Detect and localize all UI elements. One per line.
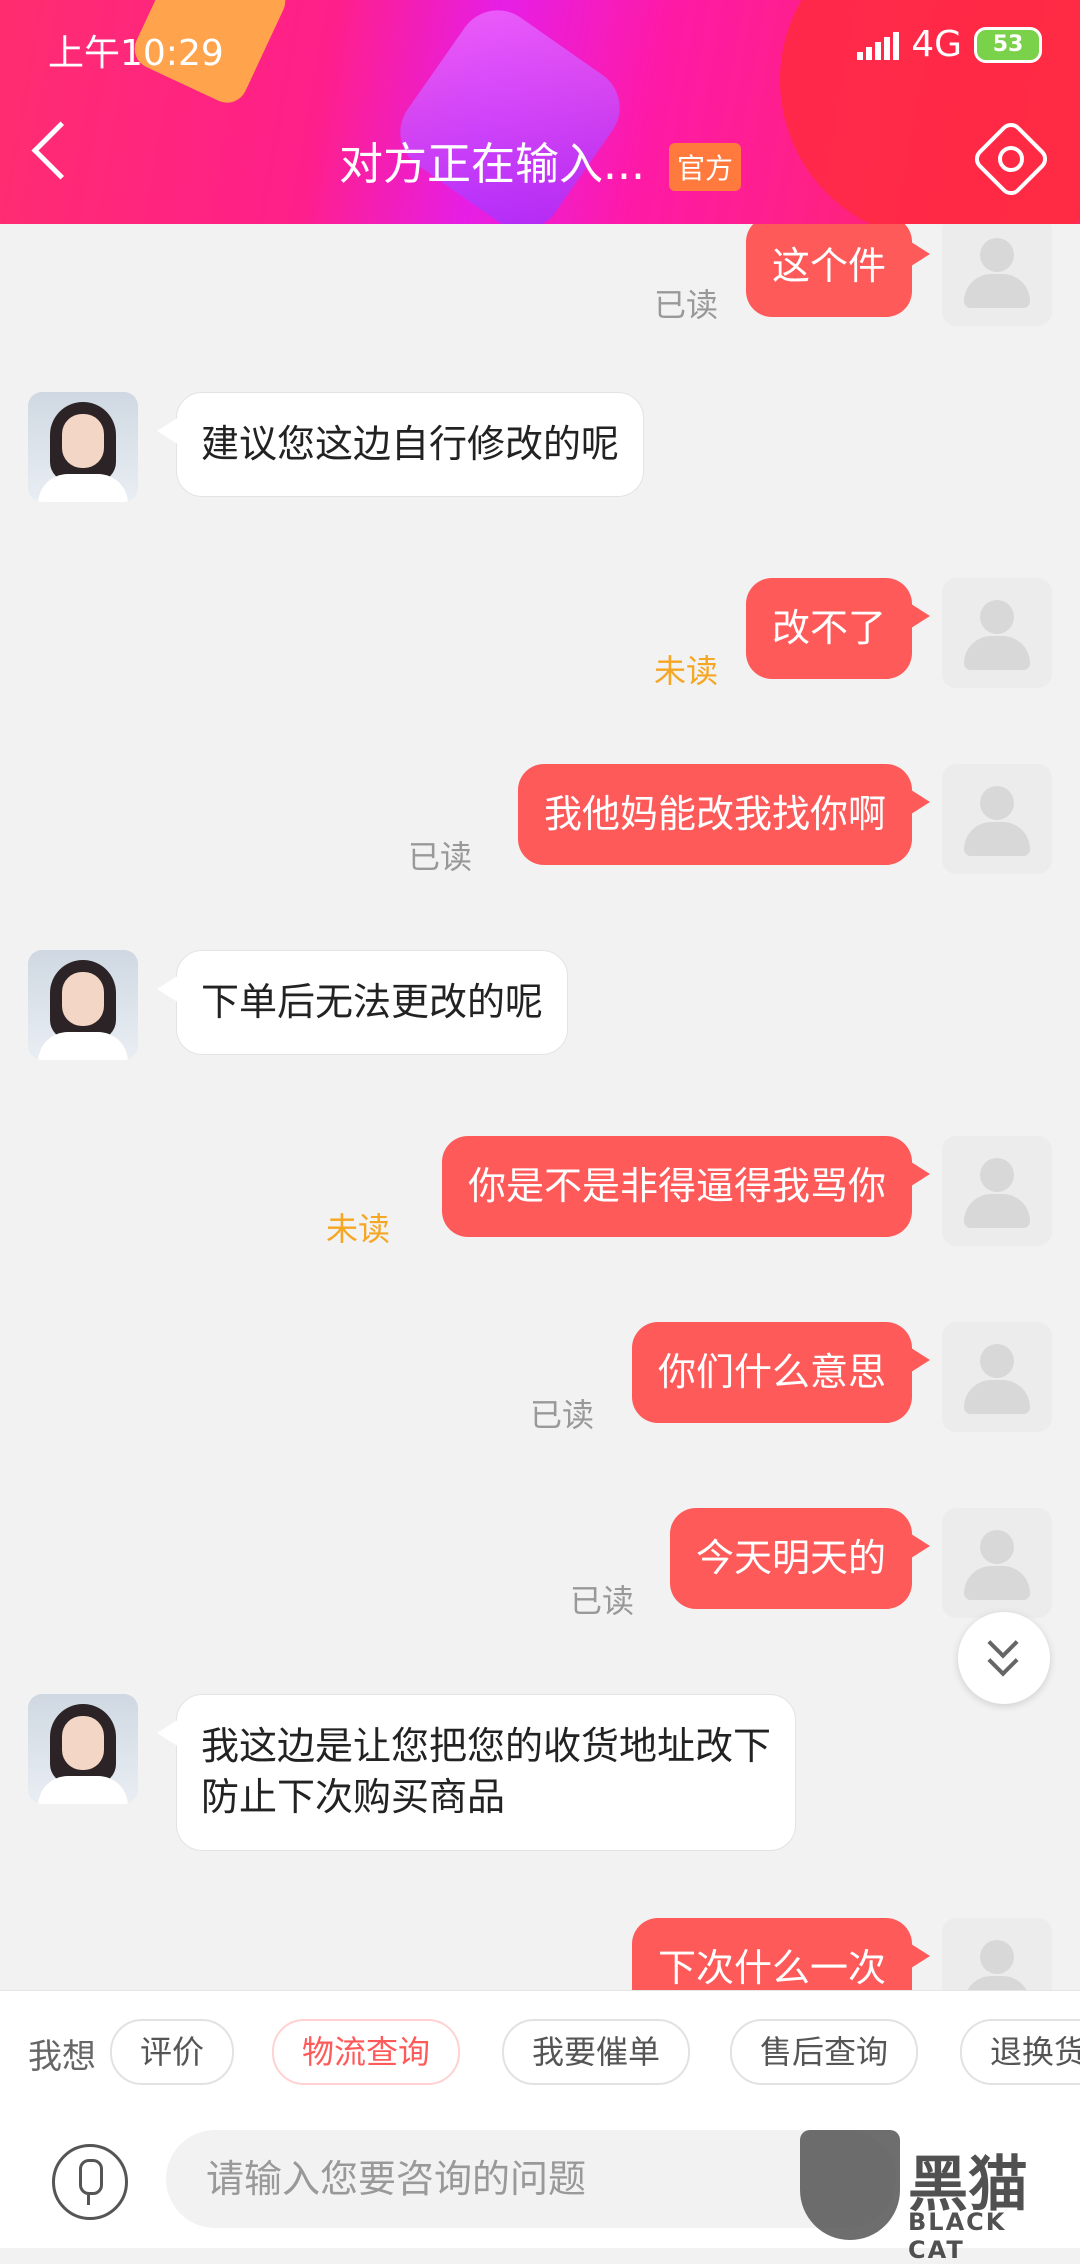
watermark-logo: 黑猫 BLACK CAT xyxy=(800,2130,1070,2264)
chip-urge-order[interactable]: 我要催单 xyxy=(502,2019,691,2085)
message-input[interactable] xyxy=(166,2130,896,2228)
message-bubble-outgoing[interactable]: 你是不是非得逼得我骂你 xyxy=(441,1136,931,1238)
status-time: 上午10:29 xyxy=(48,33,224,74)
message-bubble-incoming[interactable]: 建议您这边自行修改的呢 xyxy=(156,392,645,498)
message-bubble-outgoing[interactable]: 我他妈能改我找你啊 xyxy=(517,764,931,866)
user-avatar[interactable] xyxy=(942,224,1052,326)
read-status: 已读 xyxy=(407,838,472,876)
read-status: 已读 xyxy=(529,1396,594,1434)
user-avatar[interactable] xyxy=(942,1508,1052,1618)
read-status: 已读 xyxy=(569,1582,634,1620)
unread-status: 未读 xyxy=(325,1210,390,1248)
message-bubble-outgoing[interactable]: 这个件 xyxy=(745,224,931,318)
scroll-to-bottom-button[interactable] xyxy=(958,1612,1050,1704)
network-type: 4G xyxy=(911,24,962,65)
agent-avatar[interactable] xyxy=(28,950,138,1060)
battery-icon: 53 xyxy=(974,26,1042,63)
user-avatar[interactable] xyxy=(942,764,1052,874)
agent-avatar[interactable] xyxy=(28,392,138,502)
message-list[interactable]: 已读 这个件 建议您这边自行修改的呢 未读 改不了 已读 我他妈能改我找你啊 下… xyxy=(0,224,1080,1990)
page-title: 对方正在输入... 官方 xyxy=(0,128,1080,192)
quick-action-label: 我想 xyxy=(28,2037,96,2077)
title-text: 对方正在输入... xyxy=(339,139,645,190)
user-avatar[interactable] xyxy=(942,578,1052,688)
message-input-wrapper xyxy=(166,2130,896,2228)
user-avatar[interactable] xyxy=(942,1918,1052,1990)
signal-icon xyxy=(857,30,900,60)
message-bubble-outgoing[interactable]: 下次什么一次 xyxy=(631,1918,931,1990)
quick-action-bar[interactable]: 我想 评价 物流查询 我要催单 售后查询 退换货 xyxy=(0,1990,1080,2113)
agent-avatar[interactable] xyxy=(28,1694,138,1804)
unread-status: 未读 xyxy=(653,652,718,690)
chip-after-sales[interactable]: 售后查询 xyxy=(730,2019,919,2085)
status-bar: 上午10:29 4G 53 xyxy=(0,0,1080,90)
message-bubble-outgoing[interactable]: 今天明天的 xyxy=(669,1508,931,1610)
cat-shield-icon xyxy=(800,2130,900,2240)
message-bubble-incoming[interactable]: 下单后无法更改的呢 xyxy=(156,950,569,1056)
header: 上午10:29 4G 53 对方正在输入... 官方 xyxy=(0,0,1080,224)
message-bubble-outgoing[interactable]: 改不了 xyxy=(745,578,931,680)
microphone-icon[interactable] xyxy=(52,2144,128,2220)
chevron-down-icon xyxy=(987,1645,1019,1677)
message-bubble-incoming[interactable]: 我这边是让您把您的收货地址改下 防止下次购买商品 xyxy=(156,1694,797,1851)
read-status: 已读 xyxy=(653,286,718,324)
user-avatar[interactable] xyxy=(942,1136,1052,1246)
chip-review[interactable]: 评价 xyxy=(110,2019,235,2085)
watermark-subtext: BLACK CAT xyxy=(908,2208,1007,2264)
chip-logistics[interactable]: 物流查询 xyxy=(272,2019,461,2085)
nav-bar: 对方正在输入... 官方 xyxy=(0,110,1080,201)
chip-return-exchange[interactable]: 退换货 xyxy=(960,2019,1080,2085)
message-bubble-outgoing[interactable]: 你们什么意思 xyxy=(631,1322,931,1424)
official-badge: 官方 xyxy=(668,143,741,191)
user-avatar[interactable] xyxy=(942,1322,1052,1432)
